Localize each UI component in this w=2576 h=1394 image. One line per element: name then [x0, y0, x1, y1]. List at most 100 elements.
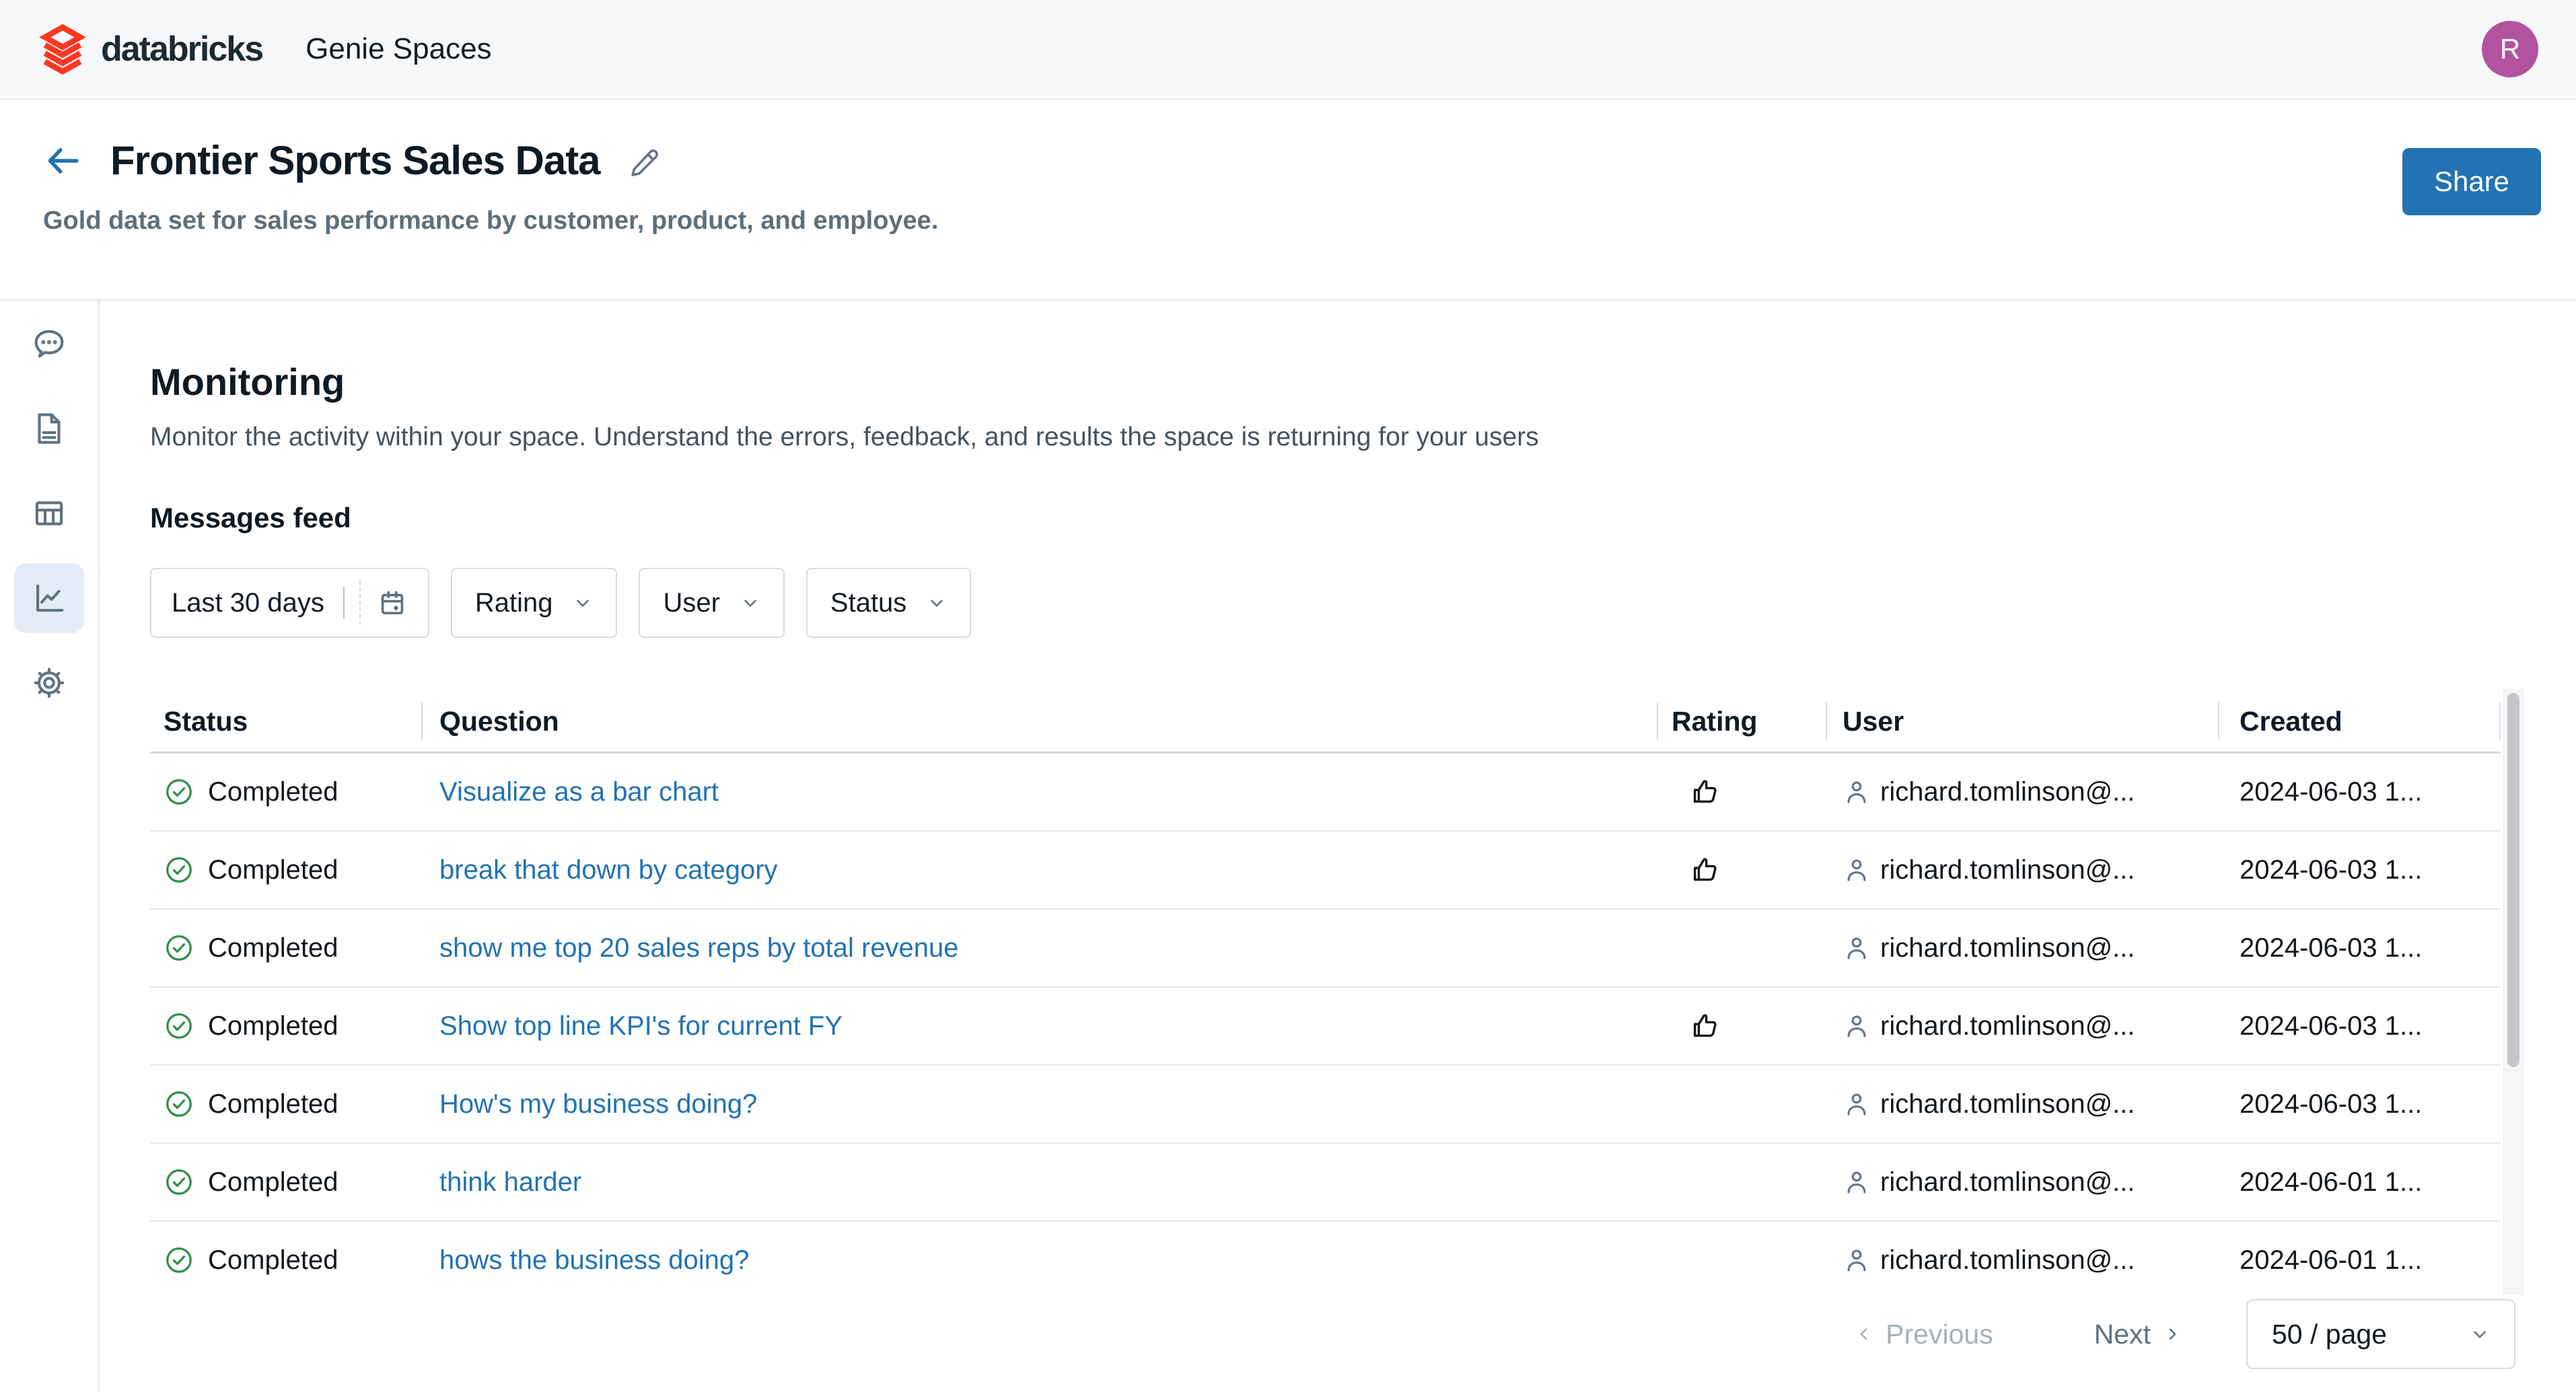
- calendar-icon: [381, 591, 404, 615]
- app-title: Genie Spaces: [306, 32, 492, 65]
- pagination: Previous Next 50 / page: [150, 1299, 2524, 1369]
- scrollbar-thumb[interactable]: [2507, 693, 2519, 1067]
- page-header: Frontier Sports Sales Data Gold data set…: [0, 100, 2576, 301]
- sidebar-item-data[interactable]: [14, 478, 84, 548]
- question-link[interactable]: hows the business doing?: [439, 1245, 749, 1276]
- databricks-logo: databricks: [38, 23, 264, 75]
- created-cell: 2024-06-03 1...: [2219, 777, 2501, 807]
- rating-cell: [1658, 776, 1827, 808]
- back-button[interactable]: [43, 141, 83, 181]
- sidebar-item-instructions[interactable]: [14, 394, 84, 464]
- created-cell: 2024-06-03 1...: [2219, 855, 2501, 885]
- chat-bubble-icon: [34, 330, 64, 358]
- user-email: richard.tomlinson@...: [1880, 1245, 2135, 1275]
- chevron-left-icon: [1860, 1328, 1867, 1340]
- question-link[interactable]: think harder: [439, 1167, 581, 1198]
- question-link[interactable]: Show top line KPI's for current FY: [439, 1011, 843, 1041]
- user-filter[interactable]: User: [639, 568, 785, 638]
- created-cell: 2024-06-03 1...: [2219, 933, 2501, 963]
- page-size-select[interactable]: 50 / page: [2246, 1299, 2515, 1369]
- table-header: Status Question Rating User Created: [150, 689, 2501, 754]
- created-cell: 2024-06-01 1...: [2219, 1245, 2501, 1276]
- thumbs-up-icon: [1693, 780, 1717, 803]
- question-cell: break that down by category: [423, 855, 1658, 885]
- question-cell: How's my business doing?: [423, 1089, 1658, 1120]
- table-row: Completed Visualize as a bar chart richa…: [150, 754, 2501, 832]
- question-cell: hows the business doing?: [423, 1245, 1658, 1276]
- table-body: Completed Visualize as a bar chart richa…: [150, 754, 2524, 1295]
- created-timestamp: 2024-06-01 1...: [2240, 1167, 2423, 1197]
- table-row: Completed hows the business doing? richa…: [150, 1222, 2501, 1295]
- share-button[interactable]: Share: [2402, 148, 2541, 215]
- previous-page-label: Previous: [1886, 1318, 1993, 1350]
- brand-wordmark: databricks: [101, 30, 264, 69]
- status-cell: Completed: [150, 1011, 423, 1041]
- user-email: richard.tomlinson@...: [1880, 854, 2135, 885]
- status-label: Completed: [208, 854, 338, 885]
- table-icon: [35, 501, 63, 525]
- sidebar-item-chat[interactable]: [14, 309, 84, 379]
- status-filter[interactable]: Status: [806, 568, 972, 638]
- question-link[interactable]: break that down by category: [439, 855, 778, 885]
- user-email: richard.tomlinson@...: [1880, 1011, 2135, 1041]
- check-circle-icon: [166, 779, 192, 805]
- thumbs-up-icon: [1693, 1014, 1717, 1037]
- check-circle-icon: [166, 1013, 192, 1039]
- chevron-down-icon: [2474, 1331, 2486, 1338]
- status-label: Completed: [208, 1167, 338, 1197]
- avatar[interactable]: R: [2482, 21, 2538, 77]
- table-scrollbar: [2503, 689, 2524, 1295]
- next-page-button[interactable]: Next: [2094, 1319, 2182, 1350]
- sidebar-item-settings[interactable]: [14, 648, 84, 718]
- sidebar-item-monitoring[interactable]: [14, 563, 84, 633]
- created-timestamp: 2024-06-03 1...: [2240, 1011, 2423, 1041]
- user-cell: richard.tomlinson@...: [1827, 777, 2219, 807]
- status-cell: Completed: [150, 932, 423, 963]
- question-cell: Visualize as a bar chart: [423, 777, 1658, 807]
- date-range-filter[interactable]: Last 30 days: [150, 568, 429, 638]
- question-cell: think harder: [423, 1167, 1658, 1198]
- rating-cell: [1658, 1010, 1827, 1042]
- check-circle-icon: [166, 1091, 192, 1117]
- chevron-down-icon: [931, 599, 943, 607]
- thumbs-up-icon: [1693, 858, 1717, 881]
- person-icon: [1847, 1015, 1866, 1037]
- previous-page-button[interactable]: Previous: [1855, 1319, 1993, 1350]
- rating-filter[interactable]: Rating: [450, 568, 618, 638]
- user-cell: richard.tomlinson@...: [1827, 1167, 2219, 1198]
- question-link[interactable]: How's my business doing?: [439, 1089, 757, 1120]
- space-description: Gold data set for sales performance by c…: [43, 207, 939, 235]
- date-range-divider: [343, 587, 345, 619]
- question-link[interactable]: show me top 20 sales reps by total reven…: [439, 933, 959, 963]
- messages-table: Status Question Rating User Created Comp…: [150, 689, 2524, 1295]
- user-email: richard.tomlinson@...: [1880, 932, 2135, 963]
- user-cell: richard.tomlinson@...: [1827, 933, 2219, 963]
- created-cell: 2024-06-01 1...: [2219, 1167, 2501, 1198]
- rating-cell: [1658, 1166, 1827, 1198]
- question-link[interactable]: Visualize as a bar chart: [439, 777, 719, 807]
- column-header-created: Created: [2219, 689, 2501, 754]
- person-icon: [1847, 937, 1866, 959]
- column-header-status: Status: [150, 689, 423, 754]
- filters-bar: Last 30 days Rating User Status: [150, 568, 2576, 638]
- messages-feed-title: Messages feed: [150, 502, 351, 534]
- sidebar: [0, 301, 100, 1391]
- created-cell: 2024-06-03 1...: [2219, 1089, 2501, 1120]
- rating-filter-label: Rating: [474, 587, 553, 618]
- person-icon: [1847, 781, 1866, 803]
- person-icon: [1847, 1171, 1866, 1194]
- column-header-user: User: [1827, 689, 2219, 754]
- status-cell: Completed: [150, 1167, 423, 1198]
- check-circle-icon: [166, 935, 192, 961]
- user-cell: richard.tomlinson@...: [1827, 1011, 2219, 1041]
- user-email: richard.tomlinson@...: [1880, 1167, 2135, 1197]
- created-timestamp: 2024-06-03 1...: [2240, 776, 2423, 807]
- status-cell: Completed: [150, 776, 423, 807]
- line-chart-icon: [36, 584, 64, 612]
- rating-cell: [1658, 1244, 1827, 1276]
- date-range-value: Last 30 days: [172, 587, 324, 618]
- status-cell: Completed: [150, 1245, 423, 1276]
- back-arrow-icon: [48, 147, 79, 174]
- page-title: Frontier Sports Sales Data: [110, 138, 601, 183]
- edit-title-button[interactable]: [627, 143, 664, 179]
